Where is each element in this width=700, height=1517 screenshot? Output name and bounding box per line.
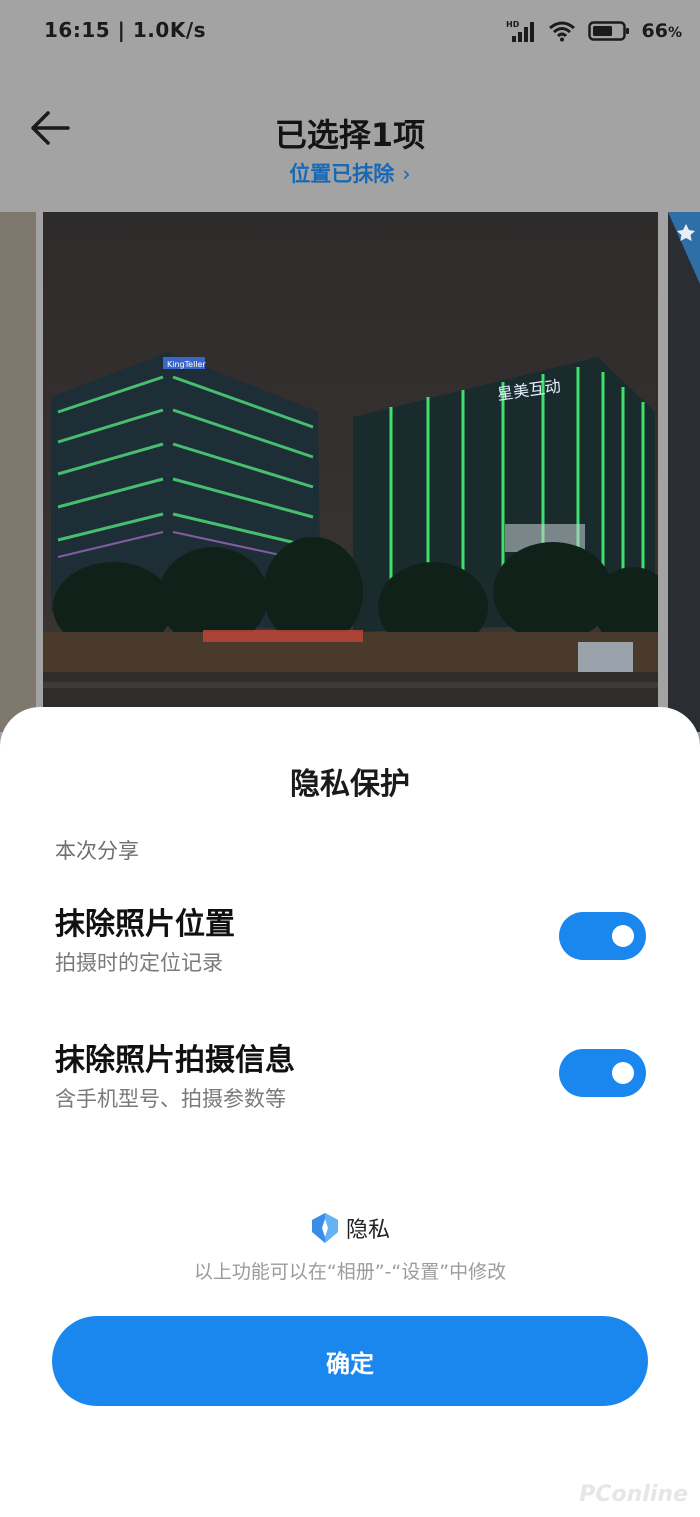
option-remove-shooting-info-subtitle: 含手机型号、拍摄参数等 <box>55 1087 286 1111</box>
battery-percent: 66% <box>641 20 682 42</box>
building-sign-left: KingTeller <box>167 360 206 369</box>
toggle-knob <box>612 925 634 947</box>
signal-icon: HD <box>506 20 534 42</box>
section-header: 本次分享 <box>55 839 139 863</box>
settings-note: 以上功能可以在“相册”-“设置”中修改 <box>193 1261 507 1283</box>
privacy-shield-icon <box>311 1213 338 1243</box>
remove-location-toggle[interactable] <box>559 912 646 960</box>
location-removed-label: 位置已抹除 <box>289 162 395 186</box>
option-remove-location-subtitle: 拍摄时的定位记录 <box>55 951 223 975</box>
remove-shooting-info-toggle[interactable] <box>559 1049 646 1097</box>
next-photo-preview[interactable] <box>668 212 700 732</box>
selected-photo[interactable]: KingTeller 星美互动 <box>43 212 658 732</box>
chevron-right-icon: › <box>402 162 411 186</box>
sheet-title: 隐私保护 <box>290 767 410 802</box>
privacy-sheet: 隐私保护 本次分享 抹除照片位置 拍摄时的定位记录 抹除照片拍摄信息 含手机型号… <box>0 707 700 1517</box>
wifi-icon <box>548 21 575 42</box>
option-remove-location-title: 抹除照片位置 <box>55 907 235 942</box>
watermark-logo: PConline <box>579 1482 688 1507</box>
privacy-label: 隐私 <box>345 1218 390 1243</box>
status-bar: 16:15 | 1.0K/s HD 66% <box>0 0 700 62</box>
favorite-star-icon <box>668 212 700 284</box>
status-icons: HD 66% <box>506 16 682 46</box>
night-buildings-photo: KingTeller 星美互动 <box>43 212 658 732</box>
privacy-brand: 隐私 <box>0 1212 700 1244</box>
hd-badge: HD <box>506 20 520 29</box>
status-time: 16:15 | 1.0K/s <box>44 18 207 42</box>
previous-photo-preview[interactable] <box>0 212 36 732</box>
toggle-knob <box>612 1062 634 1084</box>
battery-icon <box>587 21 629 41</box>
top-bar: 已选择1项 位置已抹除 › <box>0 62 700 212</box>
confirm-button[interactable]: 确定 <box>52 1316 648 1406</box>
option-remove-shooting-info-title: 抹除照片拍摄信息 <box>55 1043 295 1078</box>
location-removed-link[interactable]: 位置已抹除 › <box>0 158 700 188</box>
page-title: 已选择1项 <box>274 116 426 154</box>
